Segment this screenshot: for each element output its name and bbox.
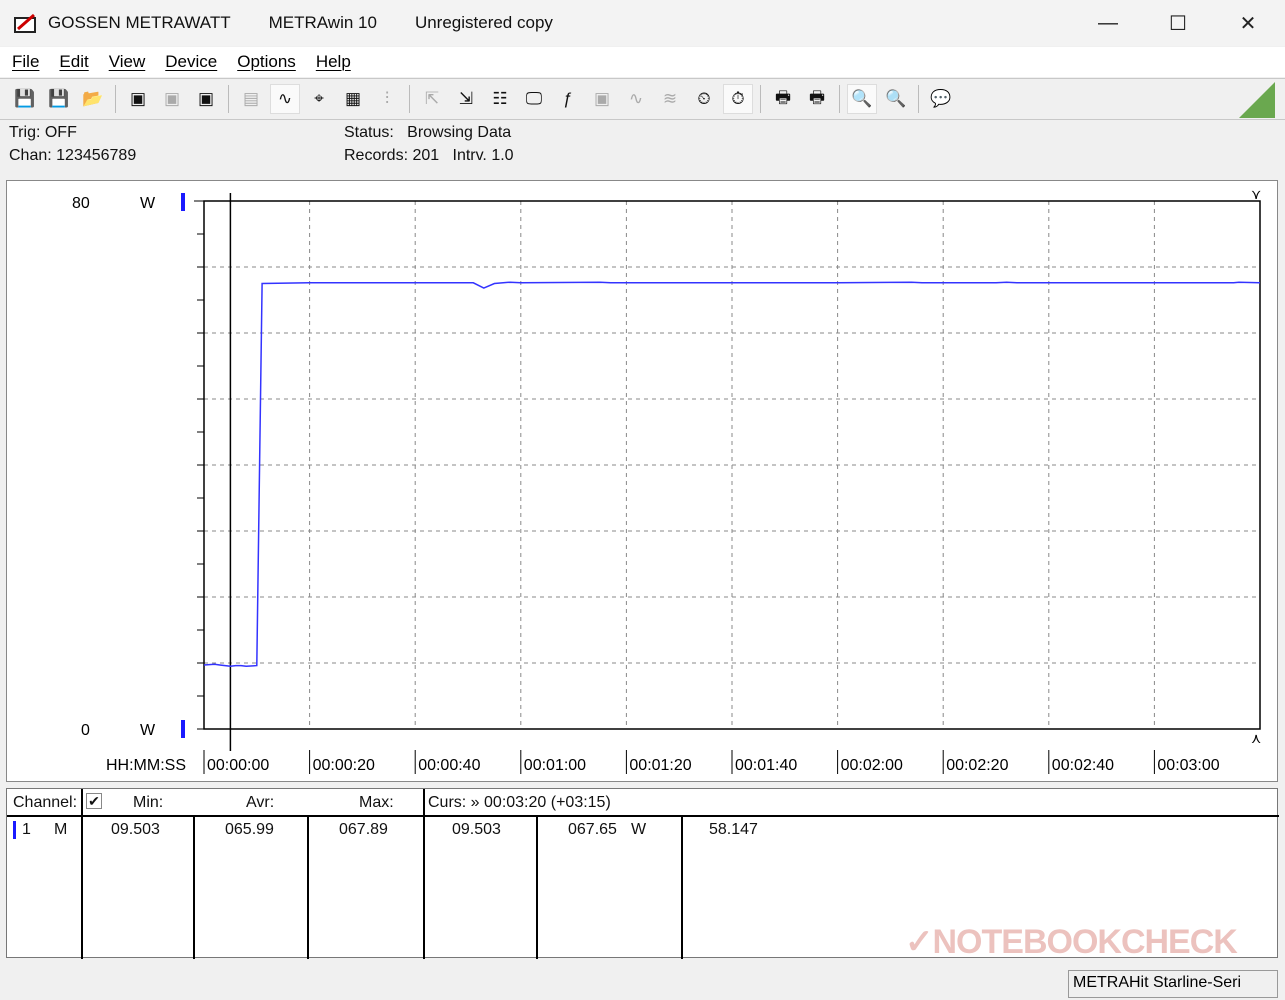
channel-checkbox[interactable]: ✔: [86, 793, 102, 809]
records-text: Records: 201 Intrv. 1.0: [344, 147, 514, 164]
y-bottom-channel-marker: [181, 720, 185, 738]
channel-header: Channel:: [13, 794, 78, 811]
channel-number: 1: [22, 821, 31, 838]
x-tick-label: 00:00:00: [207, 757, 269, 774]
app-title: METRAwin 10: [268, 13, 377, 32]
toolbar-separator: [760, 85, 761, 113]
settings-list-icon[interactable]: ☷: [485, 84, 515, 114]
menu-options[interactable]: Options: [237, 52, 296, 72]
trigger-wave-icon[interactable]: ∿: [621, 84, 651, 114]
histogram-icon[interactable]: ⫶: [372, 84, 402, 114]
cursor-value-2: 067.65: [568, 821, 617, 838]
registration-status: Unregistered copy: [414, 13, 553, 32]
max-header: Max:: [359, 794, 394, 811]
x-tick-label: 00:01:40: [735, 757, 797, 774]
menu-device[interactable]: Device: [165, 52, 217, 72]
toolbar: 💾 💾 📂 ▣ ▣ ▣ ▤ ∿ ⌖ ▦ ⫶ ⇱ ⇲ ☷ 🖵 ƒ ▣ ∿ ≋ ⏲ ⏱ 🖶 🖶 🔍 🔍 💬: [0, 78, 1285, 120]
device-read-disabled-icon[interactable]: ▣: [157, 84, 187, 114]
channel-color-marker: [13, 821, 16, 839]
zoom-wave-icon[interactable]: 🔍: [847, 84, 877, 114]
x-tick-label: 00:01:20: [629, 757, 691, 774]
x-axis-label: HH:MM:SS: [106, 757, 186, 774]
trigger-status: Trig: OFF: [9, 124, 77, 141]
avr-header: Avr:: [246, 794, 275, 811]
close-button[interactable]: ✕: [1213, 0, 1283, 46]
menu-bar: File Edit View Device Options Help: [0, 47, 1285, 77]
watermark-logo: ✓NOTEBOOKCHECK: [905, 923, 1238, 961]
save-import-icon[interactable]: 💾: [44, 84, 74, 114]
chart-panel[interactable]: 80 W 0 W HH:MM:SS 00:00:00 00:00:20 00:00:40 00:…: [6, 180, 1278, 782]
min-header: Min:: [133, 794, 164, 811]
print-icon[interactable]: 🖶: [802, 84, 832, 114]
menu-file[interactable]: File: [12, 52, 39, 72]
x-tick-label: 00:00:40: [418, 757, 480, 774]
brand-title: GOSSEN METRAWATT: [48, 13, 231, 32]
table-view-icon[interactable]: ▦: [338, 84, 368, 114]
max-value: 067.89: [339, 821, 388, 838]
avr-value: 065.99: [225, 821, 274, 838]
signal-wave-icon[interactable]: ≋: [655, 84, 685, 114]
crosshair-cursor-icon[interactable]: ⌖: [304, 84, 334, 114]
y-bottom-label: 0: [81, 722, 90, 739]
cursor-header: Curs: » 00:03:20 (+03:15): [428, 794, 611, 811]
open-folder-icon[interactable]: 📂: [78, 84, 108, 114]
min-value: 09.503: [111, 821, 160, 838]
y-top-label: 80: [72, 195, 90, 212]
x-tick-label: 00:01:00: [524, 757, 586, 774]
toolbar-separator: [228, 85, 229, 113]
maximize-button[interactable]: ☐: [1143, 0, 1213, 46]
y-bottom-unit: W: [140, 722, 156, 739]
record-stopwatch-icon[interactable]: ⏱: [723, 84, 753, 114]
menu-help[interactable]: Help: [316, 52, 351, 72]
app-logo-icon: [14, 12, 38, 34]
formula-icon[interactable]: ƒ: [553, 84, 583, 114]
chart-svg[interactable]: 80 W 0 W HH:MM:SS 00:00:00 00:00:20 00:00:40 00:…: [7, 181, 1279, 783]
x-tick-label: 00:03:00: [1157, 757, 1219, 774]
y-top-unit: W: [140, 195, 156, 212]
x-cursor-marker: ⋏: [1251, 730, 1261, 746]
device-memory-icon[interactable]: ▣: [191, 84, 221, 114]
y-top-channel-marker: [181, 193, 185, 211]
title-bar: GOSSEN METRAWATT METRAwin 10 Unregistere…: [0, 0, 1285, 46]
help-comment-icon[interactable]: 💬: [926, 84, 956, 114]
menu-edit[interactable]: Edit: [59, 52, 88, 72]
status-text: Status: Browsing Data: [344, 124, 512, 141]
toolbar-separator: [409, 85, 410, 113]
toolbar-separator: [115, 85, 116, 113]
transfer-out-icon[interactable]: ⇱: [417, 84, 447, 114]
menu-view[interactable]: View: [109, 52, 146, 72]
cursor-unit: W: [631, 821, 647, 838]
y-cursor-marker: ⋎: [1251, 186, 1261, 202]
minimize-button[interactable]: —: [1073, 0, 1143, 46]
zoom-peak-icon[interactable]: 🔍: [881, 84, 911, 114]
channel-list: Chan: 123456789: [9, 147, 137, 164]
clock-timer-icon[interactable]: ⏲: [689, 84, 719, 114]
channel-mode: M: [54, 821, 68, 838]
numeric-display-icon[interactable]: ▤: [236, 84, 266, 114]
status-triangle-icon: [1239, 82, 1275, 118]
device-read-icon[interactable]: ▣: [123, 84, 153, 114]
device-status: METRAHit Starline-Seri: [1068, 970, 1278, 998]
status-bar: METRAHit Starline-Seri: [0, 966, 1285, 1000]
x-tick-label: 00:02:40: [1052, 757, 1114, 774]
toolbar-separator: [839, 85, 840, 113]
monitor-icon[interactable]: 🖵: [519, 84, 549, 114]
save-export-icon[interactable]: 💾: [10, 84, 40, 114]
difference-value: 58.147: [709, 821, 758, 838]
toolbar-separator: [918, 85, 919, 113]
x-tick-label: 00:02:00: [841, 757, 903, 774]
transfer-in-icon[interactable]: ⇲: [451, 84, 481, 114]
x-tick-label: 00:00:20: [313, 757, 375, 774]
x-tick-label: 00:02:20: [946, 757, 1008, 774]
cursor-value: 09.503: [452, 821, 501, 838]
device-settings-icon[interactable]: ▣: [587, 84, 617, 114]
print-chart-icon[interactable]: 🖶: [768, 84, 798, 114]
waveform-chart-icon[interactable]: ∿: [270, 84, 300, 114]
